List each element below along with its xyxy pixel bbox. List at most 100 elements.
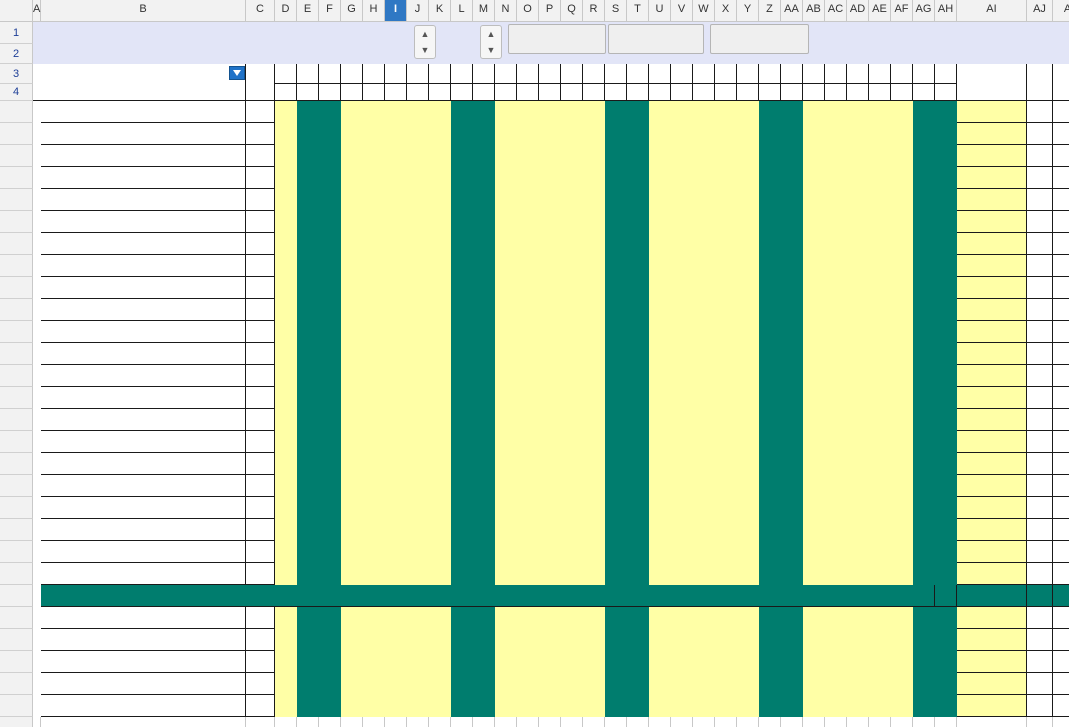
next-column-cell[interactable] bbox=[1053, 629, 1069, 651]
weekend-cell[interactable] bbox=[759, 233, 781, 255]
workday-cell[interactable] bbox=[649, 255, 671, 277]
workday-cell[interactable] bbox=[847, 695, 869, 717]
weekend-cell[interactable] bbox=[935, 475, 957, 497]
workday-cell[interactable] bbox=[363, 519, 385, 541]
workday-cell[interactable] bbox=[429, 211, 451, 233]
workday-cell[interactable] bbox=[561, 277, 583, 299]
note-cell[interactable] bbox=[246, 651, 275, 673]
weekend-cell[interactable] bbox=[473, 233, 495, 255]
workday-cell[interactable] bbox=[825, 453, 847, 475]
workday-cell[interactable] bbox=[495, 629, 517, 651]
workday-cell[interactable] bbox=[341, 629, 363, 651]
workday-cell[interactable] bbox=[363, 673, 385, 695]
workday-cell[interactable] bbox=[429, 189, 451, 211]
workday-cell[interactable] bbox=[803, 387, 825, 409]
workday-cell[interactable] bbox=[737, 277, 759, 299]
workday-cell[interactable] bbox=[495, 695, 517, 717]
s-value-cell[interactable] bbox=[1027, 211, 1053, 233]
workday-cell[interactable] bbox=[407, 299, 429, 321]
weekend-cell[interactable] bbox=[781, 255, 803, 277]
workday-cell[interactable] bbox=[517, 673, 539, 695]
weekend-cell[interactable] bbox=[759, 145, 781, 167]
workday-cell[interactable] bbox=[715, 145, 737, 167]
s-value-cell[interactable] bbox=[1027, 277, 1053, 299]
column-header-y[interactable]: Y bbox=[737, 0, 759, 22]
weekend-cell[interactable] bbox=[759, 431, 781, 453]
s-value-cell[interactable] bbox=[1027, 123, 1053, 145]
workday-cell[interactable] bbox=[891, 651, 913, 673]
weekend-cell[interactable] bbox=[319, 519, 341, 541]
row-header-7[interactable] bbox=[0, 123, 33, 145]
row-header-6[interactable] bbox=[0, 101, 33, 123]
weekend-cell[interactable] bbox=[781, 167, 803, 189]
employee-name-cell[interactable] bbox=[41, 497, 246, 519]
workday-cell[interactable] bbox=[407, 519, 429, 541]
workday-cell[interactable] bbox=[869, 211, 891, 233]
workday-cell[interactable] bbox=[275, 409, 297, 431]
workday-cell[interactable] bbox=[385, 101, 407, 123]
weekend-cell[interactable] bbox=[319, 233, 341, 255]
workday-cell[interactable] bbox=[561, 519, 583, 541]
column-header-x[interactable]: X bbox=[715, 0, 737, 22]
workday-cell[interactable] bbox=[737, 211, 759, 233]
workday-cell[interactable] bbox=[429, 123, 451, 145]
s-value-cell[interactable] bbox=[1027, 189, 1053, 211]
workday-cell[interactable] bbox=[693, 651, 715, 673]
weekend-cell[interactable] bbox=[319, 101, 341, 123]
workday-cell[interactable] bbox=[517, 277, 539, 299]
weekend-cell[interactable] bbox=[759, 299, 781, 321]
workday-cell[interactable] bbox=[407, 453, 429, 475]
employee-name-cell[interactable] bbox=[41, 145, 246, 167]
workday-cell[interactable] bbox=[583, 541, 605, 563]
workday-cell[interactable] bbox=[671, 189, 693, 211]
next-column-cell[interactable] bbox=[1053, 453, 1069, 475]
workday-cell[interactable] bbox=[561, 189, 583, 211]
workday-cell[interactable] bbox=[891, 695, 913, 717]
workday-cell[interactable] bbox=[407, 167, 429, 189]
column-header-v[interactable]: V bbox=[671, 0, 693, 22]
workday-cell[interactable] bbox=[737, 431, 759, 453]
weekend-cell[interactable] bbox=[605, 541, 627, 563]
workday-cell[interactable] bbox=[495, 541, 517, 563]
workday-cell[interactable] bbox=[693, 277, 715, 299]
workday-cell[interactable] bbox=[803, 695, 825, 717]
employee-name-cell[interactable] bbox=[41, 167, 246, 189]
workday-cell[interactable] bbox=[891, 189, 913, 211]
workday-cell[interactable] bbox=[517, 475, 539, 497]
worked-days-cell[interactable] bbox=[957, 607, 1027, 629]
workday-cell[interactable] bbox=[891, 387, 913, 409]
workday-cell[interactable] bbox=[825, 321, 847, 343]
s-value-cell[interactable] bbox=[1027, 673, 1053, 695]
weekend-cell[interactable] bbox=[473, 123, 495, 145]
workday-cell[interactable] bbox=[737, 101, 759, 123]
weekend-cell[interactable] bbox=[605, 519, 627, 541]
s-value-cell[interactable] bbox=[1027, 321, 1053, 343]
workday-cell[interactable] bbox=[583, 519, 605, 541]
column-header-ad[interactable]: AD bbox=[847, 0, 869, 22]
next-column-cell[interactable] bbox=[1053, 563, 1069, 585]
weekend-cell[interactable] bbox=[781, 475, 803, 497]
worked-days-cell[interactable] bbox=[957, 629, 1027, 651]
s-value-cell[interactable] bbox=[1027, 233, 1053, 255]
weekend-cell[interactable] bbox=[759, 123, 781, 145]
note-cell[interactable] bbox=[246, 695, 275, 717]
workday-cell[interactable] bbox=[429, 541, 451, 563]
workday-cell[interactable] bbox=[385, 211, 407, 233]
workday-cell[interactable] bbox=[649, 651, 671, 673]
workday-cell[interactable] bbox=[275, 343, 297, 365]
weekend-cell[interactable] bbox=[627, 233, 649, 255]
row-header-2[interactable]: 2 bbox=[0, 44, 33, 64]
weekend-cell[interactable] bbox=[935, 321, 957, 343]
workday-cell[interactable] bbox=[517, 233, 539, 255]
workday-cell[interactable] bbox=[517, 101, 539, 123]
workday-cell[interactable] bbox=[649, 695, 671, 717]
workday-cell[interactable] bbox=[847, 651, 869, 673]
weekend-cell[interactable] bbox=[935, 167, 957, 189]
workday-cell[interactable] bbox=[429, 321, 451, 343]
workday-cell[interactable] bbox=[363, 299, 385, 321]
worked-days-cell[interactable] bbox=[957, 321, 1027, 343]
employee-name-cell[interactable] bbox=[41, 123, 246, 145]
employee-name-cell[interactable] bbox=[41, 475, 246, 497]
workday-cell[interactable] bbox=[539, 651, 561, 673]
workday-cell[interactable] bbox=[803, 409, 825, 431]
